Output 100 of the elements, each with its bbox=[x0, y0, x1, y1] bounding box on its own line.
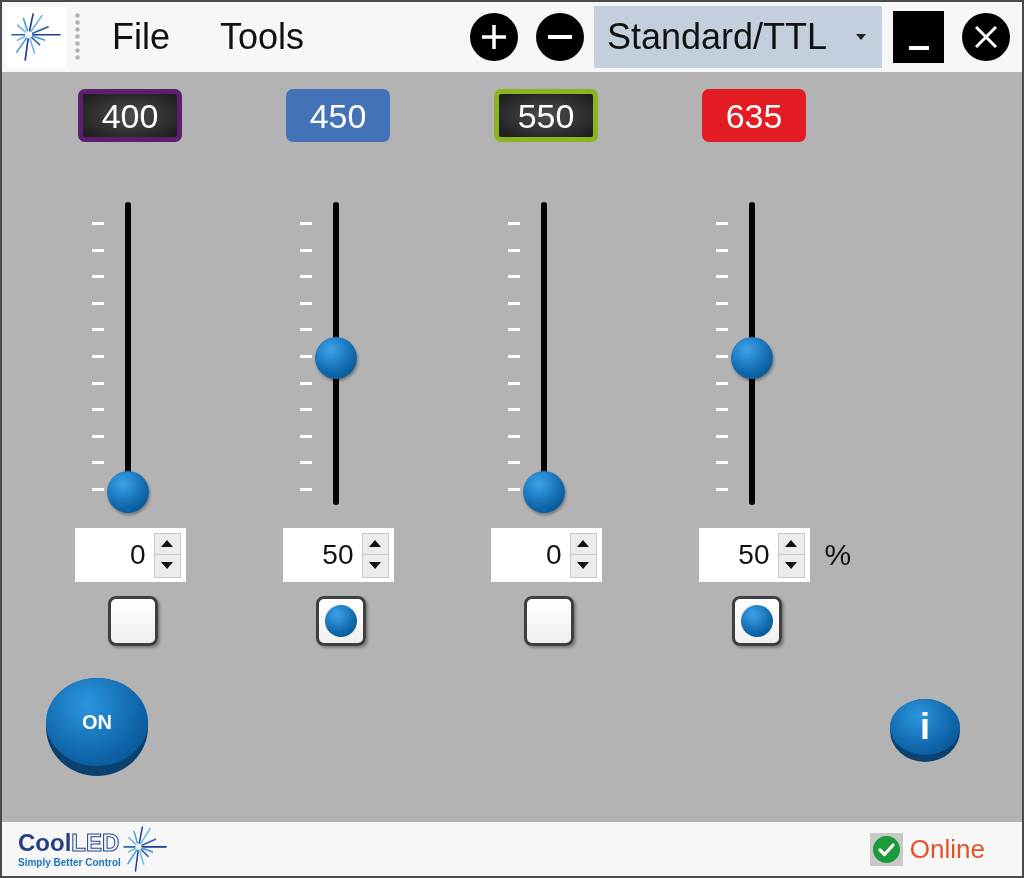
mode-dropdown[interactable]: Standard/TTL bbox=[594, 6, 882, 68]
info-button[interactable]: i bbox=[890, 699, 960, 762]
tick-mark bbox=[92, 275, 104, 279]
tick-mark bbox=[92, 301, 104, 305]
tick-mark bbox=[300, 487, 312, 491]
unit-label: % bbox=[823, 540, 852, 570]
channel-checkbox[interactable] bbox=[524, 596, 574, 646]
minimize-icon bbox=[908, 46, 929, 50]
tick-mark bbox=[716, 222, 728, 225]
tick-mark bbox=[508, 354, 520, 358]
tick-mark bbox=[508, 487, 520, 491]
tick-mark bbox=[92, 434, 104, 438]
slider-thumb[interactable] bbox=[315, 337, 357, 379]
tick-mark bbox=[300, 301, 312, 305]
tick-mark bbox=[508, 434, 520, 438]
tick-mark bbox=[508, 275, 520, 279]
spin-down-button[interactable] bbox=[361, 554, 389, 578]
spinbox[interactable]: 0 bbox=[74, 528, 186, 582]
tick-mark bbox=[92, 461, 104, 465]
tick-mark bbox=[92, 408, 104, 412]
wavelength-label: 550 bbox=[494, 89, 598, 142]
spin-down-button[interactable] bbox=[569, 554, 597, 578]
triangle-down-icon bbox=[161, 562, 173, 569]
triangle-down-icon bbox=[369, 562, 381, 569]
tick-mark bbox=[300, 275, 312, 279]
tick-mark bbox=[716, 354, 728, 358]
spinbox[interactable]: 50 bbox=[698, 528, 810, 582]
tick-mark bbox=[508, 381, 520, 385]
remove-button[interactable] bbox=[536, 13, 584, 61]
spinbox[interactable]: 0 bbox=[490, 528, 602, 582]
connection-status: Online bbox=[909, 836, 985, 862]
triangle-up-icon bbox=[785, 540, 797, 547]
tick-mark bbox=[508, 222, 520, 225]
slider-thumb[interactable] bbox=[523, 471, 565, 513]
slider-thumb[interactable] bbox=[731, 337, 773, 379]
spin-up-button[interactable] bbox=[361, 532, 389, 555]
tick-mark bbox=[300, 434, 312, 438]
minus-icon bbox=[548, 35, 572, 39]
tick-mark bbox=[92, 381, 104, 385]
slider-thumb[interactable] bbox=[107, 471, 149, 513]
add-button[interactable] bbox=[470, 13, 518, 61]
triangle-down-icon bbox=[785, 562, 797, 569]
tick-mark bbox=[300, 461, 312, 465]
value-input[interactable]: 50 bbox=[282, 528, 362, 582]
tick-mark bbox=[716, 381, 728, 385]
slider-track[interactable] bbox=[106, 202, 150, 513]
close-button[interactable] bbox=[962, 13, 1010, 61]
spin-up-button[interactable] bbox=[777, 532, 805, 555]
value-input[interactable]: 0 bbox=[490, 528, 570, 582]
tick-mark bbox=[508, 461, 520, 465]
tick-mark bbox=[716, 434, 728, 438]
channel-checkbox[interactable] bbox=[732, 596, 782, 646]
tick-mark bbox=[508, 328, 520, 332]
menu-item[interactable]: Tools bbox=[220, 19, 305, 55]
starburst-icon bbox=[122, 826, 167, 872]
tick-mark bbox=[300, 354, 312, 358]
tick-mark bbox=[716, 275, 728, 279]
tick-mark bbox=[716, 461, 728, 465]
tick-mark bbox=[508, 408, 520, 412]
triangle-up-icon bbox=[161, 540, 173, 547]
triangle-up-icon bbox=[369, 540, 381, 547]
value-input[interactable]: 50 bbox=[698, 528, 778, 582]
brand-tagline: Simply Better Control bbox=[18, 857, 121, 868]
tick-mark bbox=[716, 328, 728, 332]
value-input[interactable]: 0 bbox=[74, 528, 154, 582]
tick-mark bbox=[92, 222, 104, 225]
grip-icon bbox=[75, 13, 80, 61]
tick-mark bbox=[92, 354, 104, 358]
menu-item[interactable]: File bbox=[112, 19, 170, 55]
triangle-down-icon bbox=[577, 562, 589, 569]
spin-up-button[interactable] bbox=[569, 532, 597, 555]
tick-mark bbox=[92, 487, 104, 491]
caret-down-icon bbox=[856, 34, 866, 40]
power-button[interactable]: ON bbox=[46, 678, 148, 776]
triangle-up-icon bbox=[577, 540, 589, 547]
tick-mark bbox=[92, 248, 104, 252]
close-icon bbox=[975, 26, 997, 48]
tick-mark bbox=[92, 328, 104, 332]
spinbox[interactable]: 50 bbox=[282, 528, 394, 582]
starburst-logo-icon bbox=[6, 7, 66, 67]
wavelength-label: 450 bbox=[286, 89, 390, 142]
tick-mark bbox=[716, 408, 728, 412]
channel-checkbox[interactable] bbox=[316, 596, 366, 646]
plus-icon bbox=[482, 25, 506, 49]
minimize-button[interactable] bbox=[893, 11, 944, 63]
spin-down-button[interactable] bbox=[777, 554, 805, 578]
tick-mark bbox=[716, 487, 728, 491]
channel-checkbox[interactable] bbox=[108, 596, 158, 646]
slider-track[interactable] bbox=[522, 202, 566, 513]
tick-mark bbox=[508, 301, 520, 305]
wavelength-label: 635 bbox=[702, 89, 806, 142]
tick-mark bbox=[300, 381, 312, 385]
wavelength-label: 400 bbox=[78, 89, 182, 142]
spin-down-button[interactable] bbox=[153, 554, 181, 578]
tick-mark bbox=[716, 301, 728, 305]
spin-up-button[interactable] bbox=[153, 532, 181, 555]
tick-mark bbox=[300, 248, 312, 252]
tick-mark bbox=[300, 408, 312, 412]
tick-mark bbox=[300, 222, 312, 225]
tick-mark bbox=[300, 328, 312, 332]
